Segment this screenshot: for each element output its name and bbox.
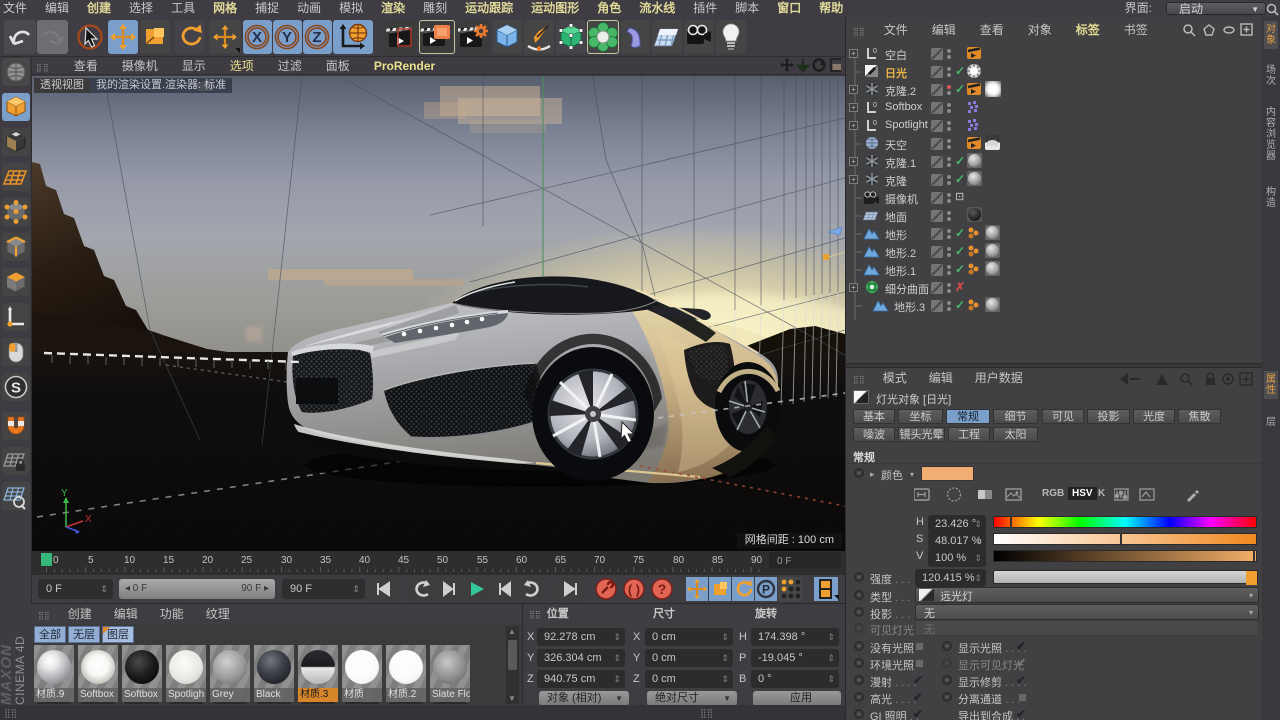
svg-text:25: 25 bbox=[241, 555, 253, 566]
svg-text:45: 45 bbox=[398, 555, 410, 566]
svg-text:0: 0 bbox=[873, 102, 877, 109]
svg-text:X: X bbox=[252, 29, 262, 46]
svg-text:0: 0 bbox=[53, 555, 59, 566]
svg-text:50: 50 bbox=[437, 555, 449, 566]
svg-text:Y: Y bbox=[61, 488, 68, 499]
svg-text:40: 40 bbox=[359, 555, 371, 566]
svg-text:0 F: 0 F bbox=[777, 556, 791, 567]
svg-text:5: 5 bbox=[88, 555, 94, 566]
svg-text:60: 60 bbox=[516, 555, 528, 566]
svg-text:90: 90 bbox=[751, 555, 763, 566]
svg-text:0: 0 bbox=[873, 120, 877, 127]
svg-text:20: 20 bbox=[202, 555, 214, 566]
svg-text:35: 35 bbox=[320, 555, 332, 566]
svg-text:70: 70 bbox=[594, 555, 606, 566]
svg-text:30: 30 bbox=[281, 555, 293, 566]
svg-text:15: 15 bbox=[163, 555, 175, 566]
svg-text:55: 55 bbox=[477, 555, 489, 566]
svg-text:85: 85 bbox=[712, 555, 724, 566]
svg-text:( ): ( ) bbox=[628, 582, 640, 597]
svg-text:10: 10 bbox=[124, 555, 136, 566]
svg-text:Z: Z bbox=[312, 29, 321, 46]
svg-text:65: 65 bbox=[555, 555, 567, 566]
svg-text:P: P bbox=[762, 583, 770, 597]
svg-text:80: 80 bbox=[673, 555, 685, 566]
svg-text:?: ? bbox=[658, 581, 667, 597]
svg-text:X: X bbox=[85, 514, 92, 525]
svg-text:0: 0 bbox=[873, 48, 877, 55]
svg-text:75: 75 bbox=[633, 555, 645, 566]
svg-text:Y: Y bbox=[282, 29, 292, 46]
svg-text:S: S bbox=[11, 380, 21, 397]
